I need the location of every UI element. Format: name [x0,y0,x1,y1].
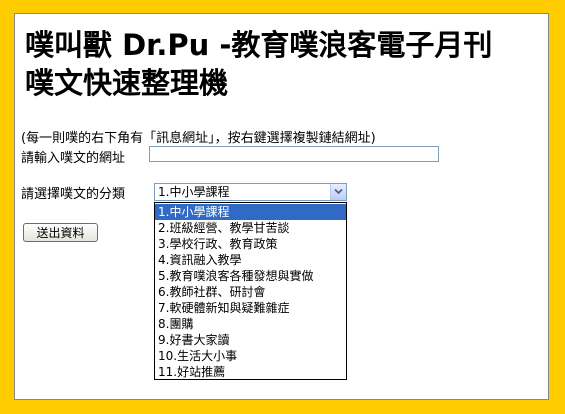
category-option[interactable]: 5.教育噗浪客各種發想與實做 [155,268,346,284]
chevron-down-icon [334,188,343,195]
url-input[interactable] [149,146,439,162]
category-select[interactable]: 1.中小學課程 [154,183,347,201]
category-option[interactable]: 6.教師社群、研討會 [155,284,346,300]
url-label: 請輸入噗文的網址 [21,151,126,166]
category-option[interactable]: 8.團購 [155,316,346,332]
category-label: 請選擇噗文的分類 [21,187,126,202]
category-option[interactable]: 1.中小學課程 [155,204,346,220]
category-option[interactable]: 10.生活大小事 [155,348,346,364]
main-panel: 噗叫獸 Dr.Pu -教育噗浪客電子月刊 噗文快速整理機 (每一則噗的右下角有「… [14,13,549,400]
category-option[interactable]: 11.好站推薦 [155,364,346,380]
page-title-line-2: 噗文快速整理機 [25,66,229,100]
category-option[interactable]: 2.班級經營、教學甘苦談 [155,220,346,236]
category-dropdown-list: 1.中小學課程 2.班級經營、教學甘苦談 3.學校行政、教育政策 4.資訊融入教… [154,202,347,380]
category-option[interactable]: 7.軟硬體新知與疑難雜症 [155,300,346,316]
dropdown-arrow-button[interactable] [330,184,346,200]
category-option[interactable]: 3.學校行政、教育政策 [155,236,346,252]
category-option[interactable]: 4.資訊融入教學 [155,252,346,268]
url-row: 請輸入噗文的網址 [21,146,439,166]
page-title-line-1: 噗叫獸 Dr.Pu -教育噗浪客電子月刊 [25,28,493,62]
page-title: 噗叫獸 Dr.Pu -教育噗浪客電子月刊 噗文快速整理機 [25,26,492,102]
category-selected-value: 1.中小學課程 [158,185,230,199]
category-option[interactable]: 9.好書大家讀 [155,332,346,348]
instruction-hint: (每一則噗的右下角有「訊息網址」，按右鍵選擇複製鏈結網址) [21,131,376,146]
submit-button[interactable]: 送出資料 [23,223,98,242]
